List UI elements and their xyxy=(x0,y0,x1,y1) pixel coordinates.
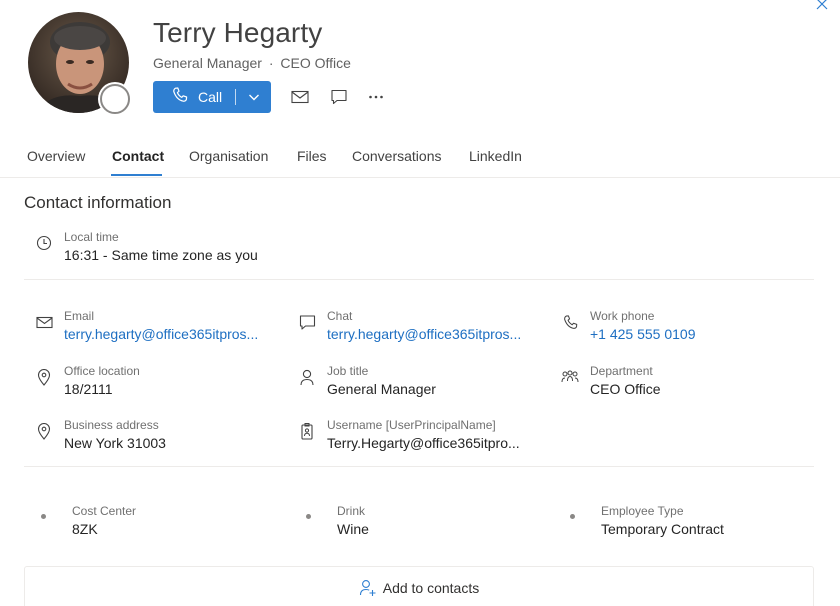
bullet-icon xyxy=(306,514,311,519)
profile-job-title: General Manager xyxy=(153,55,262,71)
person-add-icon xyxy=(359,579,377,597)
tab-bar: Overview Contact Organisation Files Conv… xyxy=(0,136,840,178)
department-value: CEO Office xyxy=(590,381,661,397)
location-pin-icon xyxy=(35,422,53,440)
tab-files[interactable]: Files xyxy=(297,148,327,164)
divider xyxy=(24,466,814,467)
work-phone-label: Work phone xyxy=(590,309,655,323)
chat-icon xyxy=(298,313,316,331)
people-team-icon xyxy=(561,368,579,386)
presence-status-icon xyxy=(100,84,130,114)
active-tab-indicator xyxy=(111,174,162,176)
job-title-value: General Manager xyxy=(327,381,436,397)
phone-icon xyxy=(171,86,189,109)
local-time-label: Local time xyxy=(64,230,119,244)
tab-organisation[interactable]: Organisation xyxy=(189,148,268,164)
mail-icon xyxy=(35,313,53,331)
location-pin-icon xyxy=(35,368,53,386)
cost-center-label: Cost Center xyxy=(72,504,137,518)
call-main-button[interactable]: Call xyxy=(153,81,235,113)
add-to-contacts-label: Add to contacts xyxy=(382,580,480,596)
bullet-icon xyxy=(570,514,575,519)
subtitle-separator: · xyxy=(268,55,274,71)
office-location-value: 18/2111 xyxy=(64,381,113,397)
employee-type-value: Temporary Contract xyxy=(601,521,724,537)
work-phone-value[interactable]: +1 425 555 0109 xyxy=(590,326,696,342)
person-icon xyxy=(298,368,316,386)
chat-label: Chat xyxy=(327,309,353,323)
chat-value[interactable]: terry.hegarty@office365itpros... xyxy=(327,326,521,342)
profile-department: CEO Office xyxy=(280,55,351,71)
mail-icon[interactable] xyxy=(290,88,310,106)
drink-label: Drink xyxy=(337,504,366,518)
add-to-contacts-button[interactable]: Add to contacts xyxy=(24,566,814,606)
call-button[interactable]: Call xyxy=(153,81,271,113)
username-value: Terry.Hegarty@office365itpro... xyxy=(327,435,520,451)
profile-subtitle: General Manager · CEO Office xyxy=(153,55,351,71)
local-time-value: 16:31 - Same time zone as you xyxy=(64,247,258,263)
phone-icon xyxy=(561,313,579,331)
email-value[interactable]: terry.hegarty@office365itpros... xyxy=(64,326,258,342)
chevron-down-icon[interactable] xyxy=(236,81,271,113)
call-button-label: Call xyxy=(198,89,223,105)
clock-icon xyxy=(35,234,53,252)
profile-name: Terry Hegarty xyxy=(153,17,323,48)
job-title-label: Job title xyxy=(327,364,369,378)
profile-header: Terry Hegarty General Manager · CEO Offi… xyxy=(28,12,818,116)
business-address-value: New York 31003 xyxy=(64,435,166,451)
tab-linkedin[interactable]: LinkedIn xyxy=(469,148,522,164)
tab-conversations[interactable]: Conversations xyxy=(352,148,442,164)
department-label: Department xyxy=(590,364,653,378)
chat-icon[interactable] xyxy=(329,88,349,106)
office-location-label: Office location xyxy=(64,364,140,378)
section-title: Contact information xyxy=(24,193,172,212)
more-icon[interactable] xyxy=(366,88,386,106)
tab-contact[interactable]: Contact xyxy=(112,148,164,164)
divider xyxy=(24,279,814,280)
id-badge-icon xyxy=(298,422,316,440)
drink-value: Wine xyxy=(337,521,369,537)
cost-center-value: 8ZK xyxy=(72,521,98,537)
tab-overview[interactable]: Overview xyxy=(27,148,85,164)
username-label: Username [UserPrincipalName] xyxy=(327,418,496,432)
bullet-icon xyxy=(41,514,46,519)
email-label: Email xyxy=(64,309,95,323)
business-address-label: Business address xyxy=(64,418,159,432)
employee-type-label: Employee Type xyxy=(601,504,684,518)
close-icon[interactable] xyxy=(814,0,830,12)
